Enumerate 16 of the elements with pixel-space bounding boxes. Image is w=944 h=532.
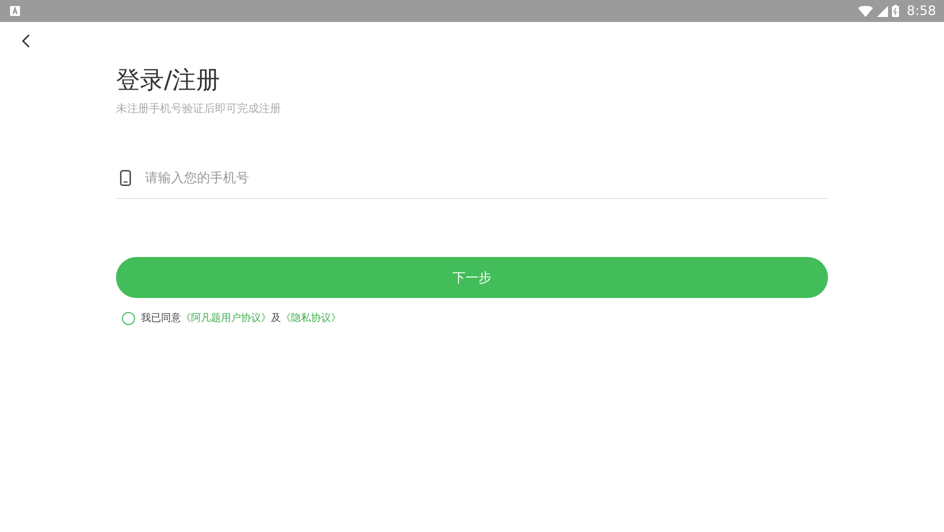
agreement-checkbox[interactable] [122, 312, 135, 324]
signal-icon [876, 6, 888, 16]
back-icon[interactable] [21, 34, 30, 48]
wifi-icon [858, 6, 873, 16]
page-title: 登录/注册 [116, 65, 222, 96]
subtitle: 未注册手机号验证后即可完成注册 [116, 101, 282, 116]
clock-time: 8:58 [906, 4, 936, 18]
agreement-link[interactable]: 《隐私协议》 [281, 311, 341, 325]
next-button[interactable]: 下一步 [116, 257, 828, 298]
phone-input-field[interactable]: 请输入您的手机号 [143, 170, 828, 186]
agreement-link[interactable]: 《阿凡题用户协议》 [181, 311, 271, 325]
agreement-text: 及 [271, 312, 281, 325]
battery-icon [892, 5, 899, 17]
agreement-text: 我已同意 [141, 312, 181, 325]
notification-icon [10, 6, 20, 16]
phone-icon [120, 170, 131, 186]
